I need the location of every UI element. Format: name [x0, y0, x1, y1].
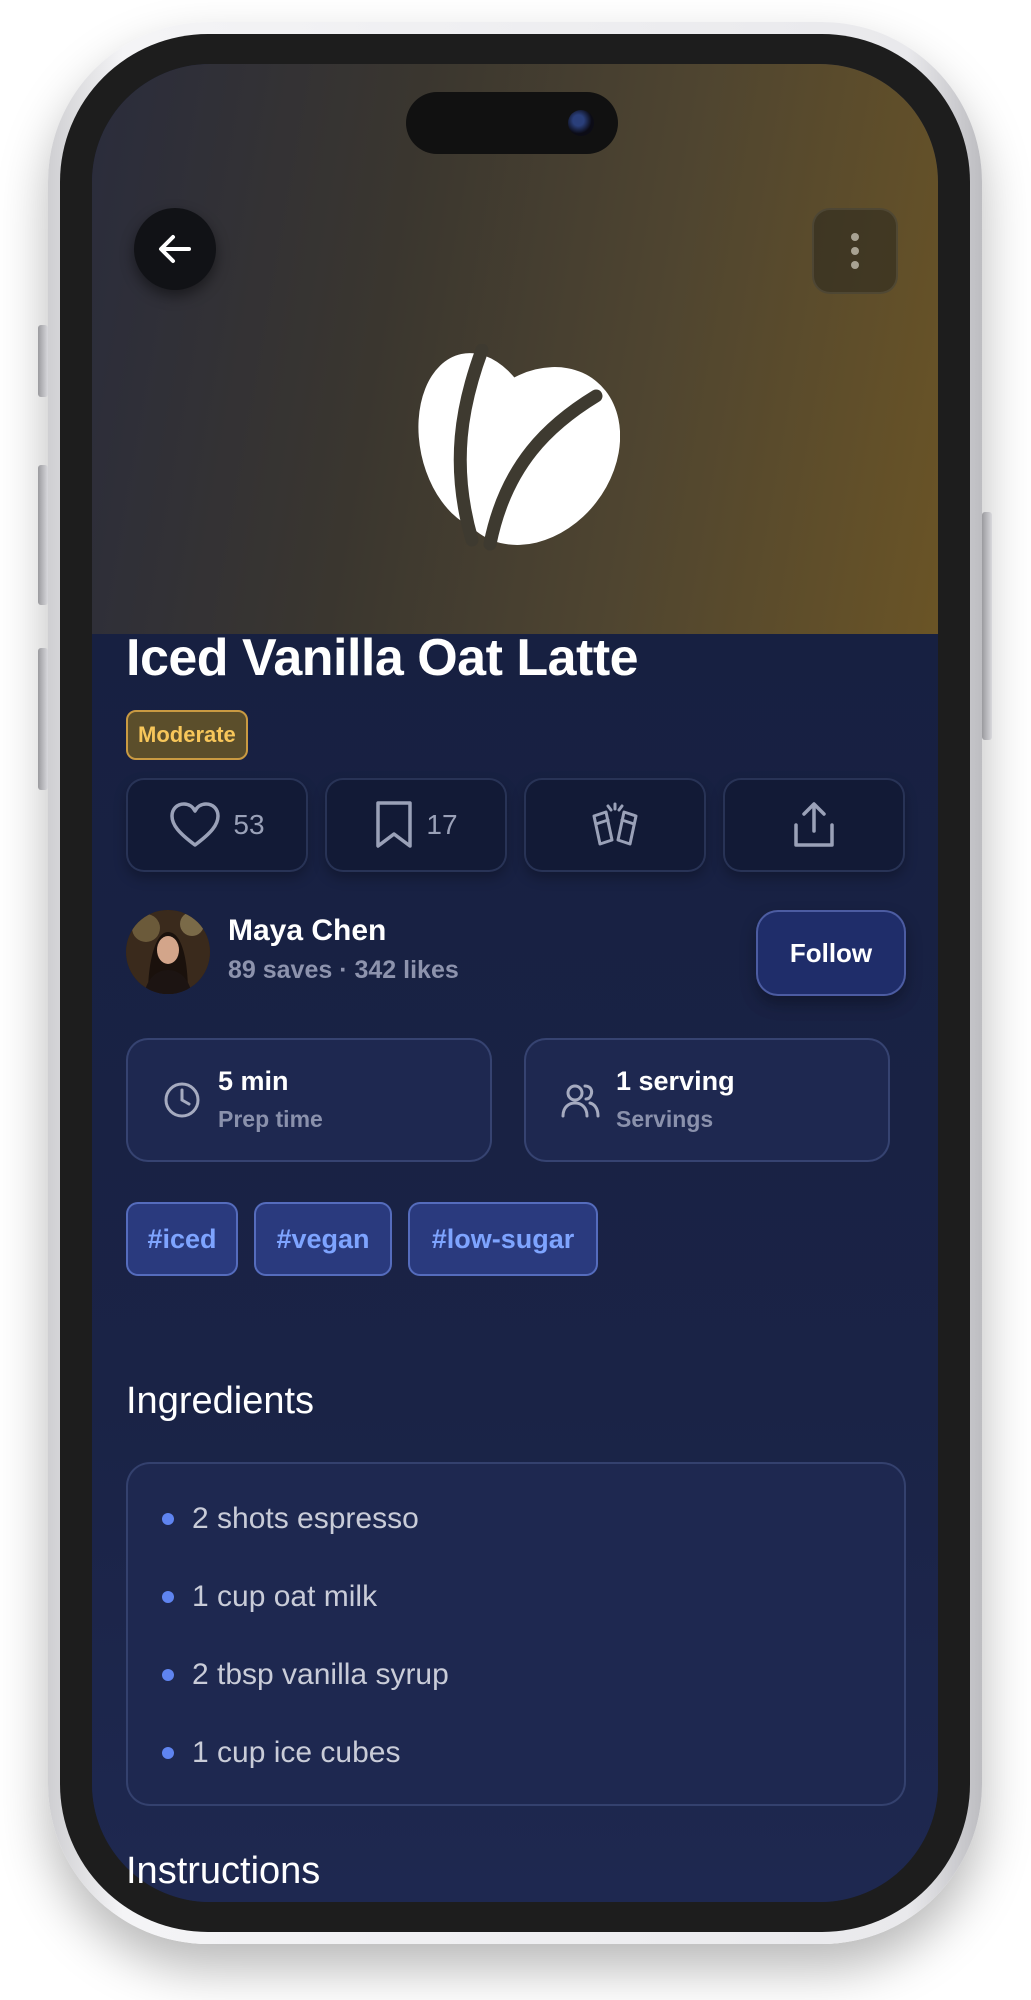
- bullet-icon: [162, 1513, 174, 1525]
- clock-icon: [164, 1082, 200, 1118]
- cheers-icon: [592, 802, 638, 846]
- like-count: 53: [233, 809, 265, 840]
- save-button[interactable]: 17: [325, 778, 507, 872]
- heart-icon: [170, 802, 221, 847]
- bullet-icon: [162, 1747, 174, 1759]
- tag-chip[interactable]: #low-sugar: [408, 1202, 598, 1276]
- bookmark-icon: [376, 801, 413, 848]
- ingredient-text: 1 cup ice cubes: [192, 1736, 401, 1769]
- avatar[interactable]: [126, 910, 210, 994]
- list-item: 2 shots espresso: [162, 1502, 419, 1536]
- ingredient-text: 1 cup oat milk: [192, 1580, 378, 1613]
- author-name[interactable]: Maya Chen: [228, 914, 386, 948]
- share-icon: [794, 802, 834, 847]
- ingredient-text: 2 shots espresso: [192, 1502, 419, 1535]
- share-button[interactable]: [723, 778, 905, 872]
- list-item: 1 cup oat milk: [162, 1580, 377, 1614]
- ingredient-text: 2 tbsp vanilla syrup: [192, 1658, 449, 1691]
- cheers-button[interactable]: [524, 778, 706, 872]
- follow-button[interactable]: Follow: [756, 910, 906, 996]
- servings-value: 1 serving: [616, 1066, 735, 1096]
- tag-chip[interactable]: #vegan: [254, 1202, 392, 1276]
- prep-time-card: 5 min Prep time: [126, 1038, 492, 1162]
- instructions-heading: Instructions: [126, 1850, 321, 1892]
- users-icon: [561, 1084, 600, 1118]
- recipe-title: Iced Vanilla Oat Latte: [126, 629, 639, 687]
- save-count: 17: [426, 809, 458, 840]
- ingredients-heading: Ingredients: [126, 1380, 315, 1422]
- power-button: [982, 512, 992, 740]
- difficulty-badge: Moderate: [126, 710, 248, 760]
- bullet-icon: [162, 1591, 174, 1603]
- bullet-icon: [162, 1669, 174, 1681]
- servings-label: Servings: [616, 1106, 714, 1132]
- avatar-photo: [126, 910, 210, 994]
- prep-time-value: 5 min: [218, 1066, 289, 1096]
- like-button[interactable]: 53: [126, 778, 308, 872]
- volume-down-button: [38, 648, 48, 790]
- volume-up-button: [38, 465, 48, 605]
- content-layer: Iced Vanilla Oat Latte Moderate 53 17 Ma…: [92, 0, 938, 1902]
- action-button: [38, 325, 48, 397]
- list-item: 2 tbsp vanilla syrup: [162, 1658, 449, 1692]
- servings-card: 1 serving Servings: [524, 1038, 890, 1162]
- list-item: 1 cup ice cubes: [162, 1736, 400, 1770]
- author-stats: 89 saves · 342 likes: [228, 956, 459, 984]
- prep-time-label: Prep time: [218, 1106, 323, 1132]
- tag-chip[interactable]: #iced: [126, 1202, 238, 1276]
- ingredients-card: 2 shots espresso 1 cup oat milk 2 tbsp v…: [126, 1462, 906, 1806]
